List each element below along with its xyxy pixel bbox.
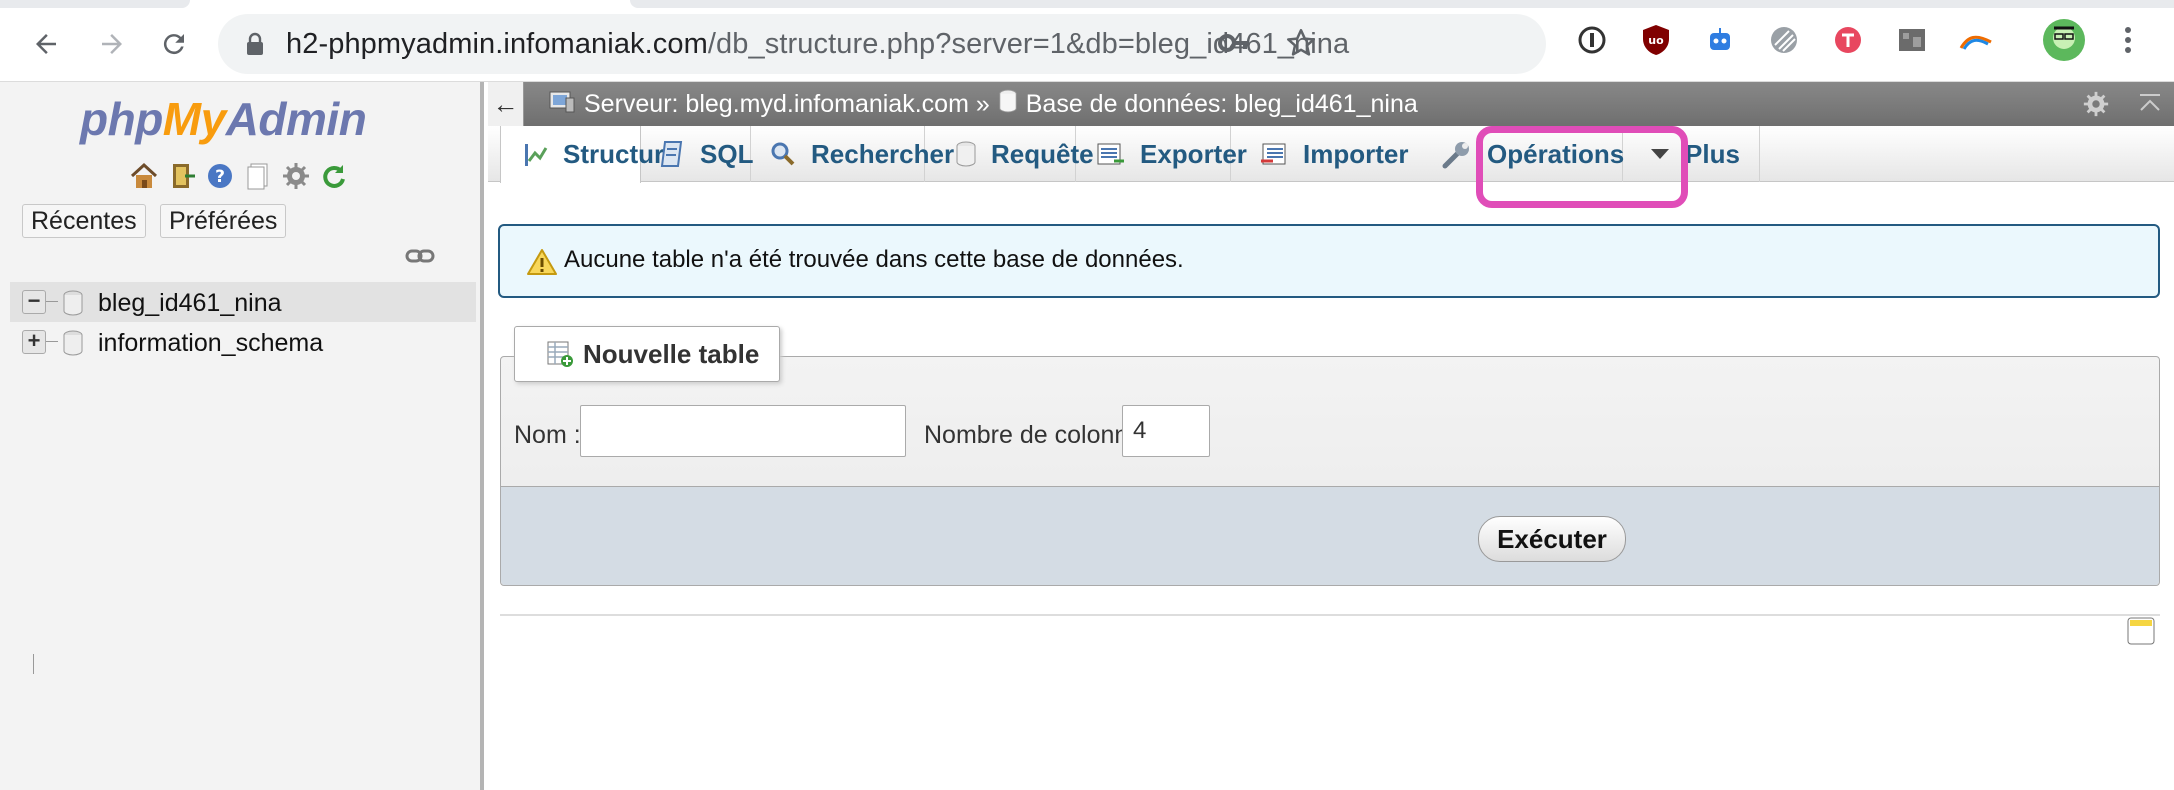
tab-sql[interactable]: SQL [642, 126, 754, 182]
url-text: h2-phpmyadmin.infomaniak.com/db_structur… [286, 28, 1350, 60]
ublock-icon[interactable]: uo [1638, 22, 1674, 58]
divider [500, 614, 2160, 616]
tab-import[interactable]: Importer [1231, 126, 1429, 182]
tab-bar: Structure SQL Rechercher Requête Exporte… [488, 126, 2174, 183]
search-icon [769, 140, 797, 168]
database-tree: − bleg_id461_nina + information_schema [10, 282, 476, 362]
browser-menu-icon[interactable] [2110, 22, 2146, 58]
tab-label: SQL [700, 138, 754, 169]
link-chain-icon[interactable] [405, 248, 435, 269]
home-icon[interactable] [128, 160, 159, 191]
documentation-icon[interactable] [242, 160, 273, 191]
create-table-fieldset [500, 356, 2160, 586]
breadcrumb-database[interactable]: Base de données: bleg_id461_nina [1026, 90, 1418, 119]
browser-tab-strip [630, 0, 2174, 8]
recent-tables-button[interactable]: Récentes [22, 204, 146, 238]
quick-links: ? [128, 160, 349, 191]
collapse-icon[interactable]: − [22, 290, 46, 314]
tab-export[interactable]: Exporter [1076, 126, 1247, 182]
forward-arrow-icon[interactable] [88, 20, 136, 68]
grid-extension-icon[interactable] [1894, 22, 1930, 58]
query-icon [955, 140, 977, 168]
svg-text:uo: uo [1648, 34, 1664, 47]
browser-tab[interactable] [0, 0, 190, 8]
profile-avatar[interactable] [2042, 18, 2086, 62]
collapse-navigation-arrow-icon[interactable]: ← [488, 82, 524, 126]
favorite-tables-button[interactable]: Préférées [160, 204, 287, 238]
rainbow-extension-icon[interactable] [1958, 22, 1994, 58]
tree-connector [46, 301, 58, 302]
new-table-icon [545, 339, 575, 369]
page-settings-gear-icon[interactable] [2082, 90, 2110, 123]
sql-icon [660, 139, 686, 169]
key-icon[interactable] [1218, 28, 1252, 63]
settings-gear-icon[interactable] [280, 160, 311, 191]
table-name-label: Nom : [514, 421, 581, 449]
address-bar[interactable]: h2-phpmyadmin.infomaniak.com/db_structur… [218, 14, 1546, 74]
server-icon [548, 88, 576, 121]
table-name-input[interactable] [580, 405, 906, 457]
database-icon [62, 330, 84, 361]
tree-connector [33, 654, 34, 674]
robot-extension-icon[interactable] [1702, 22, 1738, 58]
back-arrow-icon[interactable] [22, 20, 70, 68]
notice-message: Aucune table n'a été trouvée dans cette … [498, 224, 2160, 298]
tab-label: Plus [1685, 138, 1740, 169]
breadcrumb-bar: ← Serveur: bleg.myd.infomaniak.com » Bas… [488, 82, 2174, 126]
reload-icon[interactable] [150, 20, 198, 68]
breadcrumb: Serveur: bleg.myd.infomaniak.com » Base … [548, 88, 1418, 121]
column-count-input[interactable] [1122, 405, 1210, 457]
breadcrumb-server[interactable]: Serveur: bleg.myd.infomaniak.com » [584, 90, 990, 119]
database-icon [62, 290, 84, 321]
import-icon [1259, 141, 1289, 167]
lock-icon [246, 32, 264, 61]
console-icon[interactable] [2126, 616, 2156, 651]
tab-search[interactable]: Rechercher [751, 126, 954, 182]
main-content: ← Serveur: bleg.myd.infomaniak.com » Bas… [488, 82, 2174, 790]
notice-text: Aucune table n'a été trouvée dans cette … [564, 246, 1184, 273]
export-icon [1096, 141, 1126, 167]
new-table-title: Nouvelle table [583, 338, 760, 369]
wrench-icon [1441, 138, 1473, 170]
browser-toolbar: h2-phpmyadmin.infomaniak.com/db_structur… [0, 0, 2174, 82]
svg-text:?: ? [215, 167, 225, 187]
phpmyadmin-logo[interactable]: phpMyAdmin [80, 92, 367, 146]
reload-navigation-icon[interactable] [318, 160, 349, 191]
tab-query[interactable]: Requête [925, 126, 1094, 182]
tree-connector [46, 341, 58, 342]
stripe-extension-icon[interactable] [1766, 22, 1802, 58]
bookmark-star-icon[interactable] [1284, 26, 1318, 65]
database-item-bleg-id461-nina[interactable]: − bleg_id461_nina [10, 282, 476, 322]
new-table-legend: Nouvelle table [514, 326, 781, 382]
pink-extension-icon[interactable] [1830, 22, 1866, 58]
help-icon[interactable]: ? [204, 160, 235, 191]
database-name[interactable]: information_schema [98, 329, 323, 358]
collapse-header-icon[interactable] [2138, 92, 2162, 119]
import-tab-highlight [1476, 126, 1688, 208]
tab-structure[interactable]: Structure [500, 126, 679, 183]
database-name[interactable]: bleg_id461_nina [98, 289, 282, 318]
navigation-panel: phpMyAdmin ? Récentes Préférées − bleg_i… [0, 82, 484, 790]
logout-icon[interactable] [166, 160, 197, 191]
create-table-footer [501, 486, 2159, 585]
expand-icon[interactable]: + [22, 330, 46, 354]
database-icon [998, 89, 1018, 120]
execute-button[interactable]: Exécuter [1478, 516, 1626, 562]
tab-label: Importer [1303, 138, 1409, 169]
database-item-information-schema[interactable]: + information_schema [10, 322, 476, 362]
password-manager-icon[interactable] [1574, 22, 1610, 58]
structure-icon [521, 141, 549, 169]
warning-icon [526, 248, 558, 281]
